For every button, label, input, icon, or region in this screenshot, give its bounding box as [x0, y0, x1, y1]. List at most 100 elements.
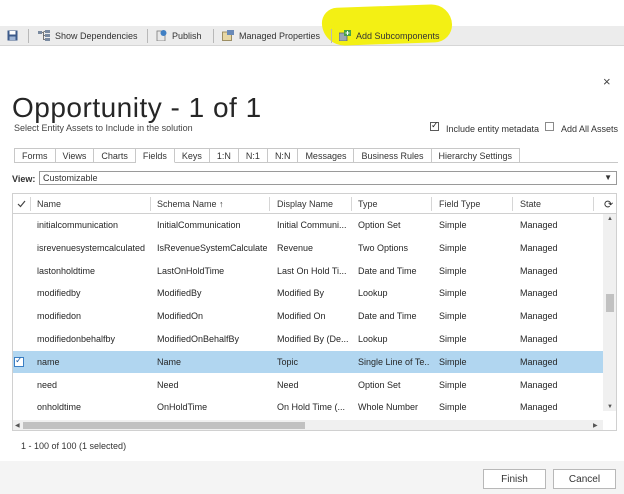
cell-display-name: Last On Hold Ti... [277, 265, 347, 276]
column-header-display-name[interactable]: Display Name [277, 194, 333, 214]
view-selected-value: Customizable [43, 173, 98, 183]
tab-hierarchy-settings[interactable]: Hierarchy Settings [431, 148, 521, 163]
table-row[interactable]: onholdtime OnHoldTime On Hold Time (... Who… [13, 396, 603, 418]
column-header-schema-name[interactable]: Schema Name ↑ [157, 194, 224, 214]
tab-charts[interactable]: Charts [94, 148, 136, 163]
table-row[interactable]: initialcommunication InitialCommunication… [13, 214, 603, 236]
column-header-name[interactable]: Name [37, 194, 61, 214]
table-row[interactable]: modifiedonbehalfby ModifiedOnBehalfBy Modi… [13, 328, 603, 350]
asset-tabs: Forms Views Charts Fields Keys 1:N N:1 N:N Messa… [14, 148, 521, 163]
managed-properties-button[interactable]: Managed Properties [222, 26, 320, 46]
cell-state: Managed [520, 265, 558, 276]
vertical-scrollbar[interactable]: ▲ ▼ [603, 214, 616, 411]
row-checkbox[interactable] [14, 355, 24, 367]
cell-name: lastonholdtime [37, 265, 96, 276]
publish-label: Publish [172, 31, 202, 41]
scroll-right-icon[interactable]: ▶ [593, 422, 598, 429]
cell-schema-name: Name [157, 356, 182, 367]
cell-state: Managed [520, 288, 558, 299]
cell-field-type: Simple [439, 265, 467, 276]
publish-button[interactable]: Publish [156, 26, 202, 46]
column-separator [512, 197, 513, 211]
cell-field-type: Simple [439, 402, 467, 413]
cell-schema-name: OnHoldTime [157, 402, 208, 413]
tab-fields[interactable]: Fields [135, 148, 175, 163]
close-icon[interactable]: × [603, 74, 611, 89]
cell-schema-name: Need [157, 379, 179, 390]
column-separator [593, 197, 594, 211]
tab-n-1[interactable]: N:1 [238, 148, 268, 163]
toolbar-separator [28, 29, 29, 43]
dependencies-icon [38, 29, 50, 43]
scroll-down-icon[interactable]: ▼ [607, 404, 613, 410]
save-button[interactable] [7, 26, 23, 46]
tab-keys[interactable]: Keys [174, 148, 210, 163]
cell-type: Single Line of Te... [358, 356, 429, 367]
cell-field-type: Simple [439, 356, 467, 367]
select-all-checkmark[interactable] [17, 194, 26, 214]
column-header-field-type[interactable]: Field Type [439, 194, 480, 214]
tab-1-n[interactable]: 1:N [209, 148, 239, 163]
cell-state: Managed [520, 220, 558, 230]
cell-name: isrevenuesystemcalculated [37, 242, 146, 253]
cell-state: Managed [520, 379, 558, 390]
cell-type: Lookup [358, 334, 388, 344]
cell-field-type: Simple [439, 379, 467, 390]
table-row[interactable]: modifiedon ModifiedOn Modified On Date and … [13, 305, 603, 327]
tab-messages[interactable]: Messages [298, 148, 355, 163]
add-subcomponents-button[interactable]: Add Subcomponents [338, 26, 440, 46]
page-title: Opportunity - 1 of 1 [12, 92, 262, 123]
column-header-type[interactable]: Type [358, 194, 378, 214]
table-row[interactable]: lastonholdtime LastOnHoldTime Last On Hold… [13, 260, 603, 282]
cell-type: Date and Time [358, 311, 417, 322]
show-dependencies-label: Show Dependencies [55, 31, 138, 41]
tab-n-n[interactable]: N:N [267, 148, 299, 163]
cell-field-type: Simple [439, 334, 467, 344]
table-row[interactable]: name Name Topic Single Line of Te... Simple M… [13, 350, 603, 373]
cell-display-name: Initial Communi... [277, 220, 347, 230]
cell-name: need [37, 379, 58, 390]
cell-display-name: Topic [277, 356, 299, 367]
table-row[interactable]: isrevenuesystemcalculated IsRevenueSystem… [13, 237, 603, 259]
cell-name: name [37, 356, 60, 367]
column-separator [431, 197, 432, 211]
horizontal-scrollbar[interactable]: ◀ ▶ [13, 420, 603, 430]
cell-type: Option Set [358, 379, 401, 390]
cell-display-name: Need [277, 379, 299, 390]
show-dependencies-button[interactable]: Show Dependencies [38, 26, 138, 46]
tab-business-rules[interactable]: Business Rules [354, 148, 432, 163]
vertical-scroll-thumb[interactable] [606, 294, 614, 312]
toolbar-separator [331, 29, 332, 43]
add-all-assets-label: Add All Assets [561, 124, 619, 134]
save-icon [7, 30, 18, 43]
record-count-status: 1 - 100 of 100 (1 selected) [21, 441, 127, 451]
cell-state: Managed [520, 242, 558, 253]
column-header-state[interactable]: State [520, 194, 541, 214]
cell-name: modifiedby [37, 288, 81, 299]
refresh-icon[interactable]: ⟳ [604, 194, 613, 214]
scroll-up-icon[interactable]: ▲ [607, 216, 613, 222]
include-metadata-checkbox[interactable] [430, 120, 439, 131]
finish-button[interactable]: Finish [483, 469, 546, 489]
publish-icon [156, 29, 167, 43]
tab-forms[interactable]: Forms [14, 148, 56, 163]
page-subtitle: Select Entity Assets to Include in the s… [14, 123, 193, 133]
managed-properties-label: Managed Properties [239, 31, 321, 41]
add-subcomponents-label: Add Subcomponents [356, 31, 440, 41]
cell-type: Date and Time [358, 265, 417, 276]
cancel-button[interactable]: Cancel [553, 469, 616, 489]
cell-schema-name: ModifiedOn [157, 311, 204, 322]
cell-state: Managed [520, 311, 558, 322]
cell-display-name: Modified On [277, 311, 326, 322]
scroll-left-icon[interactable]: ◀ [15, 422, 20, 429]
cell-state: Managed [520, 356, 558, 367]
view-select[interactable]: Customizable ▼ [39, 171, 617, 185]
horizontal-scroll-thumb[interactable] [23, 422, 305, 429]
cell-type: Whole Number [358, 402, 419, 413]
add-all-assets-checkbox[interactable] [545, 122, 554, 131]
table-row[interactable]: need Need Need Option Set Simple Managed [13, 374, 603, 396]
cell-schema-name: LastOnHoldTime [157, 265, 225, 276]
cell-schema-name: IsRevenueSystemCalculated [157, 242, 267, 253]
tab-views[interactable]: Views [55, 148, 95, 163]
table-row[interactable]: modifiedby ModifiedBy Modified By Lookup Sim… [13, 282, 603, 304]
